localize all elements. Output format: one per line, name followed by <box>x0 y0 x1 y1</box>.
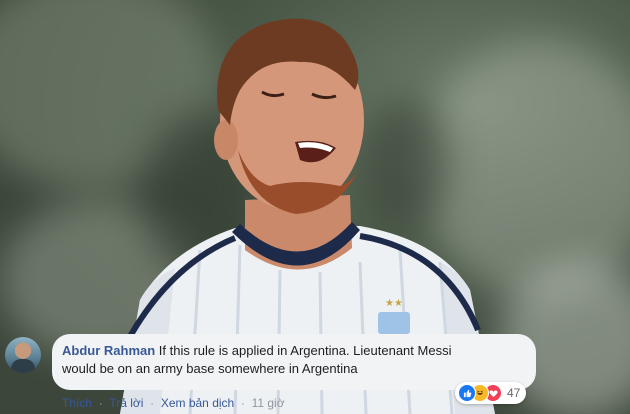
comment-text-block: Abdur Rahman If this rule is applied in … <box>62 342 472 378</box>
separator-dot: · <box>237 396 249 410</box>
comment-author-link[interactable]: Abdur Rahman <box>62 343 155 358</box>
avatar-shirt <box>11 359 35 373</box>
separator-dot: · <box>146 396 158 410</box>
like-icon <box>458 384 476 402</box>
comment-timestamp[interactable]: 11 giờ <box>252 396 285 410</box>
comment-actions: Thích · Trả lời · Xem bản dịch · 11 giờ <box>62 396 285 410</box>
commenter-avatar[interactable] <box>5 337 41 373</box>
like-link[interactable]: Thích <box>62 396 92 410</box>
reaction-summary[interactable]: 47 <box>455 382 527 404</box>
see-translation-link[interactable]: Xem bản dịch <box>161 396 234 410</box>
separator-dot: · <box>95 396 107 410</box>
reaction-count: 47 <box>507 386 521 400</box>
reply-link[interactable]: Trả lời <box>109 396 143 410</box>
svg-text:★★: ★★ <box>385 298 403 309</box>
